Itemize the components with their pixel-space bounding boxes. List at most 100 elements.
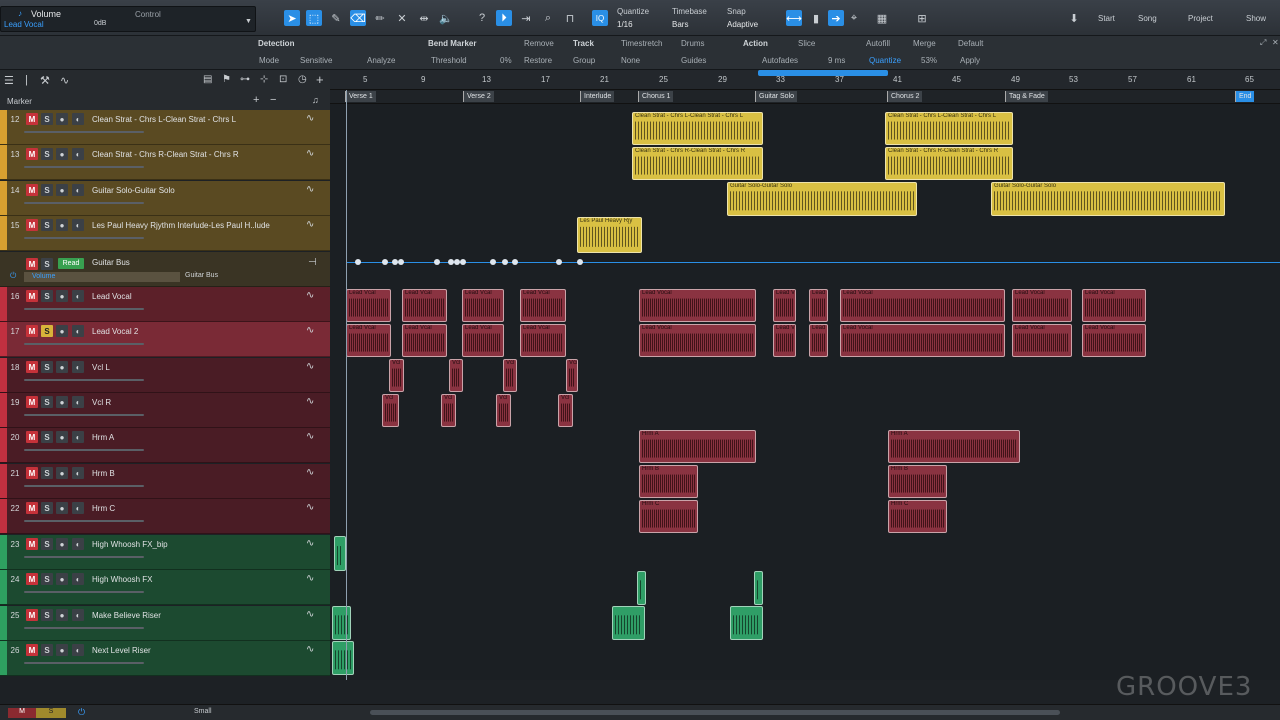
audio-clip[interactable]: Les Paul Heavy Rjy [577,217,642,253]
audio-clip[interactable]: Lead Vcal [520,324,566,357]
track-row[interactable]: 18 M S ● ◐ Vcl L ∿ [0,358,330,393]
cursor-icon[interactable]: ⌖ [846,10,862,26]
solo-button[interactable]: S [41,396,53,408]
bus-track-row[interactable]: M S Read Guitar Bus Volume Guitar Bus ⊣ ⏻ [0,252,330,287]
track-name[interactable]: Hrm B [92,469,302,478]
automation-node[interactable] [382,259,388,265]
grid-icon[interactable]: ▦ [874,10,890,26]
track-row[interactable]: 19 M S ● ◐ Vcl R ∿ [0,393,330,428]
volume-fader[interactable] [24,662,144,664]
record-arm-button[interactable]: ● [56,361,68,373]
record-arm-button[interactable]: ● [56,148,68,160]
waveform-icon[interactable]: ∿ [306,431,314,442]
song-button[interactable]: Song [1138,14,1157,23]
monitor-button[interactable]: ◐ [72,538,84,550]
mute-button[interactable]: M [26,219,38,231]
merge-button[interactable]: Merge [913,39,936,48]
record-arm-button[interactable]: ● [56,467,68,479]
volume-fader[interactable] [24,131,144,133]
audio-clip[interactable]: Clean Strat - Chrs R-Clean Strat - Chrs … [885,147,1013,180]
mode-select[interactable]: Sensitive [300,56,332,65]
audio-clip[interactable]: Lead Vocal [840,289,1005,322]
audio-clip[interactable] [637,571,646,605]
audio-clip[interactable]: Lead Vcal [809,289,828,322]
waveform-icon[interactable]: ∿ [306,361,314,372]
track-row[interactable]: 21 M S ● ◐ Hrm B ∿ [0,464,330,499]
record-arm-button[interactable]: ● [56,502,68,514]
timestretch-select[interactable]: Drums [681,39,705,48]
record-arm-button[interactable]: ● [56,644,68,656]
track-name[interactable]: Clean Strat - Chrs L-Clean Strat - Chrs … [92,115,302,124]
automation-node[interactable] [502,259,508,265]
audio-clip[interactable]: Vcl [441,394,456,427]
analyze-button[interactable]: Analyze [367,56,395,65]
track-name[interactable]: Lead Vocal [92,292,302,301]
audio-clip[interactable]: Hrm C [888,500,947,533]
wrench-icon[interactable]: ⚒ [40,74,50,87]
arrow-tool-icon[interactable]: ➤ [284,10,300,26]
timeline-ruler[interactable]: 5 9 13 17 21 25 29 33 37 41 45 49 53 57 61 65 [330,70,1280,90]
track-row[interactable]: 12 M S ● ◐ Clean Strat - Chrs L-Clean Strat -… [0,110,330,145]
zoom-icon[interactable]: ⌕ [540,10,556,26]
audio-clip[interactable]: Vcl [496,394,511,427]
record-arm-button[interactable]: ● [56,325,68,337]
mute-button[interactable]: M [26,644,38,656]
chevron-down-icon[interactable]: ▼ [245,18,252,25]
audio-clip[interactable]: Lead Vcal [520,289,566,322]
restore-button[interactable]: Restore [524,56,552,65]
bus-solo-button[interactable]: S [41,258,53,270]
audio-clip[interactable]: Lead Vcal [773,324,796,357]
follow-icon[interactable]: ⇥ [518,10,534,26]
solo-button[interactable]: S [41,538,53,550]
automation-node[interactable] [512,259,518,265]
audio-clip[interactable]: Vcl [558,394,573,427]
track-name[interactable]: Hrm A [92,433,302,442]
track-row[interactable]: 23 M S ● ◐ High Whoosh FX_bip ∿ [0,535,330,570]
monitor-button[interactable]: ◐ [72,148,84,160]
track-row[interactable]: 13 M S ● ◐ Clean Strat - Chrs R-Clean Strat -… [0,145,330,180]
marker[interactable]: End [1235,91,1255,102]
audio-clip[interactable]: Clean Strat - Chrs R-Clean Strat - Chrs … [632,147,763,180]
solo-button[interactable]: S [41,184,53,196]
help-icon[interactable]: ? [474,10,490,26]
record-arm-button[interactable]: ● [56,573,68,585]
track-name[interactable]: High Whoosh FX [92,575,302,584]
record-arm-button[interactable]: ● [56,431,68,443]
monitor-button[interactable]: ◐ [72,290,84,302]
slice-button[interactable]: Slice [798,39,815,48]
quantize-select[interactable]: 1/16 [617,20,633,29]
mute-button[interactable]: M [26,573,38,585]
clip-area[interactable]: Clean Strat - Chrs L-Clean Strat - Chrs … [330,104,1280,680]
group-select[interactable]: None [621,56,640,65]
solo-button[interactable]: S [41,502,53,514]
record-arm-button[interactable]: ● [56,219,68,231]
marker[interactable]: Verse 2 [463,91,494,102]
arrange-view[interactable]: 5 9 13 17 21 25 29 33 37 41 45 49 53 57 61 65 Verse 1 Ve… [330,70,1280,680]
monitor-button[interactable]: ◐ [72,184,84,196]
audio-clip[interactable]: Lead Vocal [1082,289,1146,322]
marker[interactable]: Interlude [580,91,615,102]
monitor-button[interactable]: ◐ [72,573,84,585]
mute-button[interactable]: M [26,467,38,479]
menu-icon[interactable]: ☰ [4,74,14,87]
solo-button[interactable]: S [41,113,53,125]
track-name[interactable]: Next Level Riser [92,646,302,655]
threshold-value[interactable]: 0% [500,56,512,65]
audio-clip[interactable] [754,571,763,605]
track-row[interactable]: 20 M S ● ◐ Hrm A ∿ [0,428,330,463]
automation-node[interactable] [398,259,404,265]
track-name[interactable]: Les Paul Heavy Rjythm Interlude-Les Paul… [92,221,302,230]
volume-fader[interactable] [24,379,144,381]
eraser-tool-icon[interactable]: ⌫ [350,10,366,26]
guides-select[interactable]: Guides [681,56,706,65]
audio-clip[interactable] [332,641,354,675]
volume-fader[interactable] [24,591,144,593]
bend-tool-icon[interactable]: ⇹ [416,10,432,26]
marker[interactable]: Chorus 2 [887,91,923,102]
monitor-button[interactable]: ◐ [72,609,84,621]
monitor-button[interactable]: ◐ [72,113,84,125]
solo-button[interactable]: S [41,644,53,656]
audio-clip[interactable]: Lead Vocal [1012,289,1072,322]
mute-all-button[interactable]: M [8,708,36,718]
monitor-button[interactable]: ◐ [72,219,84,231]
